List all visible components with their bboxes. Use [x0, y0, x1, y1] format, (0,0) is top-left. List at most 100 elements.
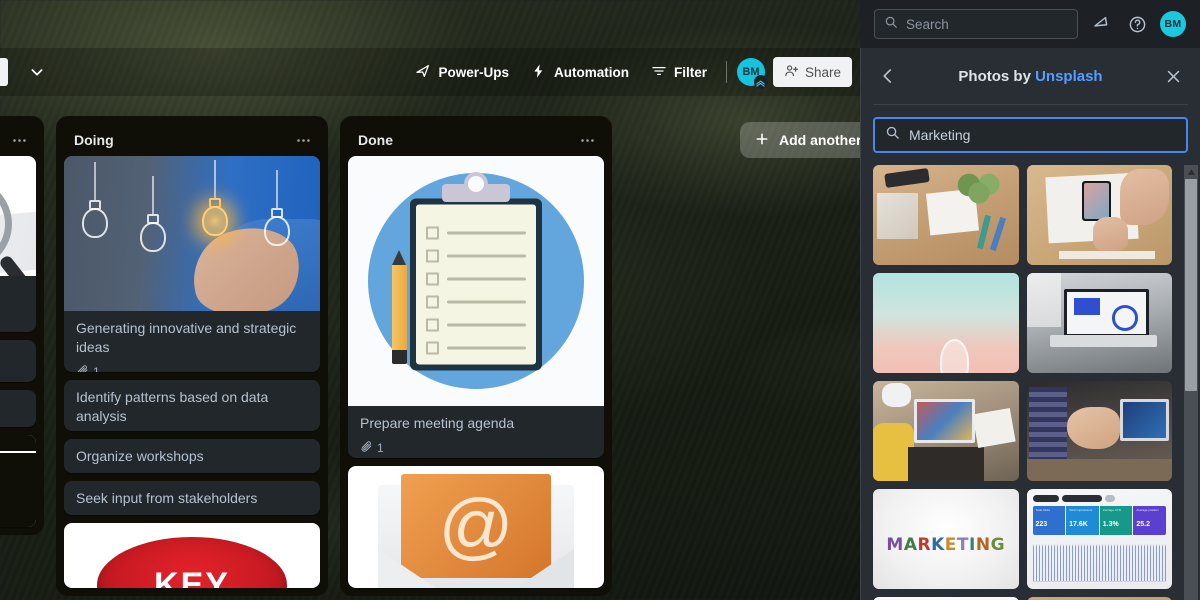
board-name-chip[interactable] — [0, 58, 8, 86]
card-title: Prepare meeting agenda — [360, 414, 592, 433]
kpi-average-position: Average position 25.2 — [1133, 506, 1166, 535]
photo-thumbnail[interactable] — [1027, 165, 1173, 265]
scroll-up-arrow-icon[interactable] — [1184, 165, 1198, 179]
board-list-doing: Doing Generating innovat — [56, 116, 328, 596]
list-header — [0, 124, 36, 156]
dashboard-axis — [1033, 581, 1167, 585]
card-body: Generating innovative and strategic idea… — [64, 311, 320, 372]
photo-grid-wrap: MARKETING Total clicks 223 Total impress… — [861, 165, 1200, 600]
user-avatar[interactable]: BM — [1160, 11, 1186, 37]
kpi-value: 1.3% — [1103, 521, 1119, 528]
card-badges: 1 — [76, 364, 308, 372]
card-seek-input[interactable]: Seek input from stakeholders — [64, 481, 320, 515]
automation-button[interactable]: Automation — [522, 57, 638, 87]
photo-thumbnail[interactable] — [873, 165, 1019, 265]
card-body: Identify patterns based on data analysis — [64, 380, 320, 431]
dashboard-kpis: Total clicks 223 Total impressions 17.6K… — [1033, 506, 1167, 535]
person-add-icon — [784, 63, 799, 81]
global-search-input[interactable]: Search — [874, 9, 1078, 39]
plus-icon — [754, 131, 770, 150]
list-cards: Generating innovative and strategic idea… — [64, 156, 320, 596]
trello-board-app: Power-Ups Automation Filter BM — [0, 0, 1200, 600]
card-title: Identify patterns based on data analysis — [76, 388, 308, 426]
attachment-count: 1 — [93, 365, 100, 372]
card-cover-clipboard-checklist — [348, 156, 604, 406]
card-body: Organize workshops — [64, 439, 320, 473]
premium-badge-icon — [754, 75, 768, 89]
search-icon — [885, 125, 900, 145]
card-organize-workshops[interactable]: Organize workshops — [64, 439, 320, 473]
close-icon[interactable] — [1158, 61, 1188, 91]
list-menu-ellipsis-icon[interactable] — [6, 127, 32, 153]
rocket-icon — [415, 63, 431, 82]
board-list-done: Done — [340, 116, 612, 596]
list-menu-ellipsis-icon[interactable] — [574, 127, 600, 153]
notification-bell-icon[interactable] — [1088, 11, 1114, 37]
filter-button[interactable]: Filter — [642, 57, 716, 87]
card-badges: 1 — [360, 440, 592, 456]
card[interactable]: mprehensive analysis — [0, 156, 36, 332]
attachment-count: 1 — [377, 441, 384, 455]
photo-thumbnail[interactable] — [873, 273, 1019, 373]
panel-title-prefix: Photos by — [958, 68, 1035, 85]
card[interactable]: t goals — [0, 390, 36, 427]
card-title: Generating innovative and strategic idea… — [76, 319, 308, 357]
kpi-average-ctr: Average CTR 1.3% — [1100, 506, 1133, 535]
photo-thumbnail[interactable] — [1027, 381, 1173, 481]
list-header: Doing — [64, 124, 320, 156]
card-cover-analysis-chart-magnifier — [0, 156, 36, 276]
card-cover-lightbulbs-idea — [64, 156, 320, 311]
panel-search-wrap: Marketing — [861, 105, 1200, 165]
card-identify-patterns[interactable]: Identify patterns based on data analysis — [64, 380, 320, 431]
card-prepare-meeting-agenda[interactable]: Prepare meeting agenda 1 — [348, 156, 604, 458]
kpi-value: 25.2 — [1136, 521, 1150, 528]
list-menu-ellipsis-icon[interactable] — [290, 127, 316, 153]
card-body: Seek input from stakeholders — [64, 481, 320, 515]
card-body: Prepare meeting agenda 1 — [348, 406, 604, 458]
panel-title-brand: Unsplash — [1035, 68, 1103, 85]
card-title: Organize workshops — [76, 447, 308, 466]
automation-label: Automation — [554, 65, 629, 80]
add-another-list-label: Add another — [779, 132, 861, 148]
card[interactable] — [0, 340, 36, 382]
kpi-label: Average position — [1136, 509, 1164, 513]
attachment-icon — [360, 440, 373, 456]
card-generating-ideas[interactable]: Generating innovative and strategic idea… — [64, 156, 320, 372]
unsplash-photos-panel: Photos by Unsplash Marketing — [860, 48, 1200, 600]
user-avatar-initials: BM — [1165, 18, 1182, 30]
panel-header: Photos by Unsplash — [861, 48, 1200, 104]
panel-scrollbar[interactable] — [1184, 165, 1198, 600]
list-title-done[interactable]: Done — [358, 132, 574, 148]
card-title: t goals — [0, 398, 24, 417]
card-key-stamp[interactable]: KEY — [64, 523, 320, 588]
unsplash-search-value: Marketing — [909, 127, 970, 143]
attachment-icon — [76, 364, 89, 372]
toolbar-right-group: Power-Ups Automation Filter BM — [406, 57, 852, 87]
photo-thumbnail[interactable] — [873, 381, 1019, 481]
card-title: Seek input from stakeholders — [76, 489, 308, 508]
card-email[interactable]: @ — [348, 466, 604, 588]
board-member-avatar[interactable]: BM — [737, 58, 765, 86]
board-list: mprehensive analysis t goals LPFUL — [0, 116, 44, 535]
global-search-placeholder: Search — [906, 17, 949, 32]
list-title-doing[interactable]: Doing — [74, 132, 290, 148]
card-cover-key-stamp: KEY — [64, 523, 320, 588]
photo-thumbnail[interactable] — [1027, 273, 1173, 373]
power-ups-button[interactable]: Power-Ups — [406, 57, 518, 87]
panel-title: Photos by Unsplash — [903, 68, 1158, 85]
help-circle-icon[interactable] — [1124, 11, 1150, 37]
share-button[interactable]: Share — [773, 57, 852, 87]
card[interactable]: LPFUL HARMFUL S W — [0, 435, 36, 527]
chevron-down-icon[interactable] — [24, 59, 50, 85]
photo-thumbnail-analytics-dashboard[interactable]: Total clicks 223 Total impressions 17.6K… — [1027, 489, 1173, 589]
card-body: t goals — [0, 390, 36, 427]
board-toolbar: Power-Ups Automation Filter BM — [0, 48, 860, 96]
scrollbar-thumb[interactable] — [1185, 179, 1197, 391]
dashboard-sparkline — [1033, 539, 1167, 581]
kpi-label: Average CTR — [1103, 509, 1131, 513]
card-body — [0, 340, 36, 382]
chevron-left-icon[interactable] — [873, 61, 903, 91]
unsplash-search-input[interactable]: Marketing — [873, 117, 1188, 153]
toolbar-left-group — [0, 58, 50, 86]
photo-thumbnail[interactable]: MARKETING — [873, 489, 1019, 589]
